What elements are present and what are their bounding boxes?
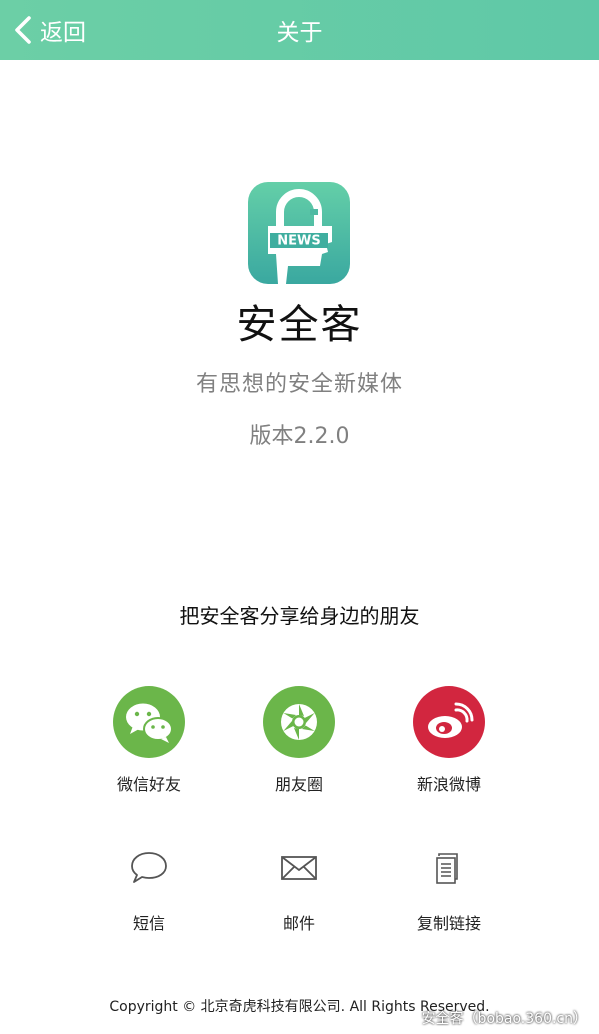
sms-icon [113,840,185,896]
share-moments-button[interactable]: 朋友圈 [239,686,359,795]
share-mail-label: 邮件 [282,914,315,933]
share-moments-label: 朋友圈 [274,775,323,794]
copy-link-icon [413,840,485,896]
share-copy-link-button[interactable]: 复制链接 [389,840,509,934]
share-wechat-button[interactable]: 微信好友 [89,686,209,795]
lock-news-icon: NEWS [268,189,332,284]
share-weibo-button[interactable]: 新浪微博 [389,686,509,795]
app-logo: NEWS [248,182,350,284]
weibo-icon [413,686,485,758]
share-wechat-label: 微信好友 [116,775,181,794]
share-sms-label: 短信 [132,914,165,933]
page-title: 关于 [276,20,323,46]
moments-icon [263,686,335,758]
mail-icon [263,840,335,896]
svg-text:NEWS: NEWS [277,234,320,249]
share-weibo-label: 新浪微博 [416,775,481,794]
share-sms-button[interactable]: 短信 [89,840,209,934]
app-tagline: 有思想的安全新媒体 [195,372,403,397]
wechat-icon [113,686,185,758]
watermark-text: 安全客（bobao.360.cn） [421,1011,587,1027]
share-heading: 把安全客分享给身边的朋友 [179,604,420,628]
app-name: 安全客 [236,302,363,348]
navigation-bar: 返回 关于 [0,0,599,60]
share-mail-button[interactable]: 邮件 [239,840,359,934]
share-copy-link-label: 复制链接 [416,914,481,933]
app-version: 版本2.2.0 [249,424,350,449]
